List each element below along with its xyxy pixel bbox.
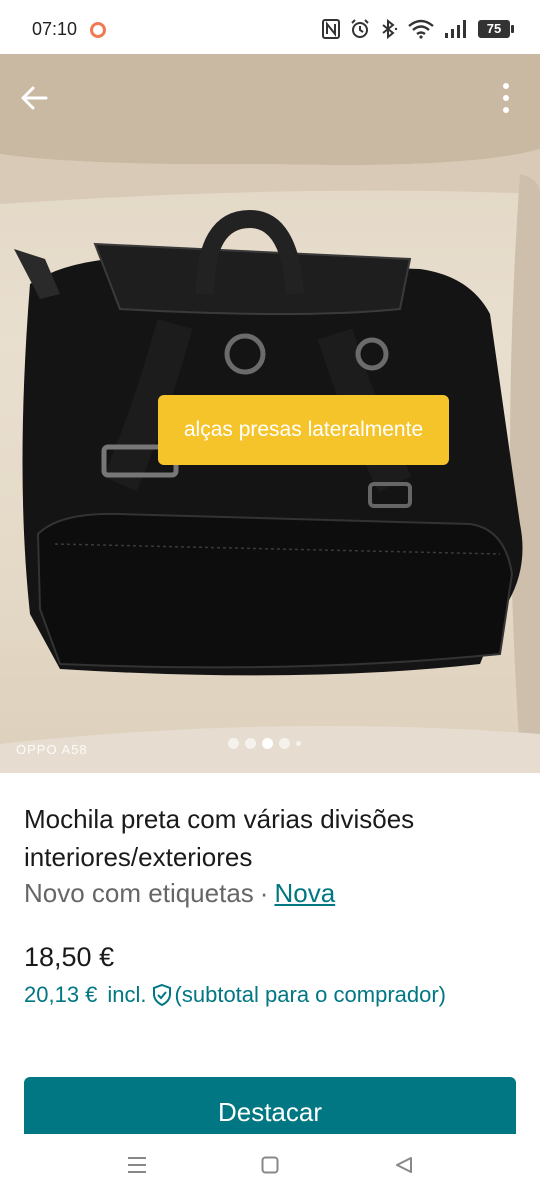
alarm-icon — [351, 19, 369, 38]
page-dot[interactable] — [279, 738, 290, 749]
gallery-page-indicator[interactable] — [228, 738, 301, 749]
status-bar: 07:10 75 — [0, 0, 540, 54]
listing-title: Mochila preta com várias divisões interi… — [24, 804, 415, 872]
buyer-price-note: (subtotal para o comprador) — [174, 982, 446, 1007]
buyer-protection-shield-icon — [152, 983, 171, 1007]
back-nav-icon[interactable] — [395, 1156, 413, 1174]
separator: · — [259, 878, 269, 908]
page-dot-active[interactable] — [262, 738, 273, 749]
more-options-icon[interactable] — [496, 78, 516, 118]
photo-caption-text: alças presas lateralmente — [183, 418, 424, 441]
home-icon[interactable] — [261, 1156, 279, 1174]
condition-text: Novo com etiquetas — [24, 878, 254, 908]
photo-caption: alças presas lateralmente — [158, 395, 449, 465]
item-price: 18,50 € — [24, 942, 115, 972]
system-navigation-bar — [0, 1134, 540, 1200]
back-arrow-icon[interactable] — [14, 78, 54, 118]
listing-condition: Novo com etiquetas · Nova — [24, 878, 335, 909]
buyer-price-value: 20,13 € — [24, 982, 98, 1007]
battery-icon: 75 — [478, 20, 514, 38]
page-dot[interactable] — [228, 738, 239, 749]
signal-icon — [445, 20, 466, 38]
page-dot[interactable] — [296, 741, 301, 746]
status-time: 07:10 — [32, 19, 78, 39]
recent-apps-icon[interactable] — [127, 1156, 147, 1174]
wifi-icon — [408, 19, 434, 39]
nfc-icon — [322, 19, 340, 39]
promote-button[interactable]: Destacar — [24, 1077, 516, 1141]
buyer-price-incl: incl. — [107, 982, 147, 1007]
condition-link[interactable]: Nova — [274, 878, 335, 908]
buyer-price[interactable]: 20,13 € incl. (subtotal para o comprador… — [24, 982, 446, 1008]
status-icons: 75 — [322, 18, 514, 40]
notification-ring-icon — [90, 22, 106, 38]
camera-watermark: OPPO A58 — [16, 742, 88, 757]
bluetooth-icon — [382, 19, 398, 39]
product-photo-gallery[interactable]: alças presas lateralmente OPPO A58 — [0, 54, 540, 773]
page-dot[interactable] — [245, 738, 256, 749]
